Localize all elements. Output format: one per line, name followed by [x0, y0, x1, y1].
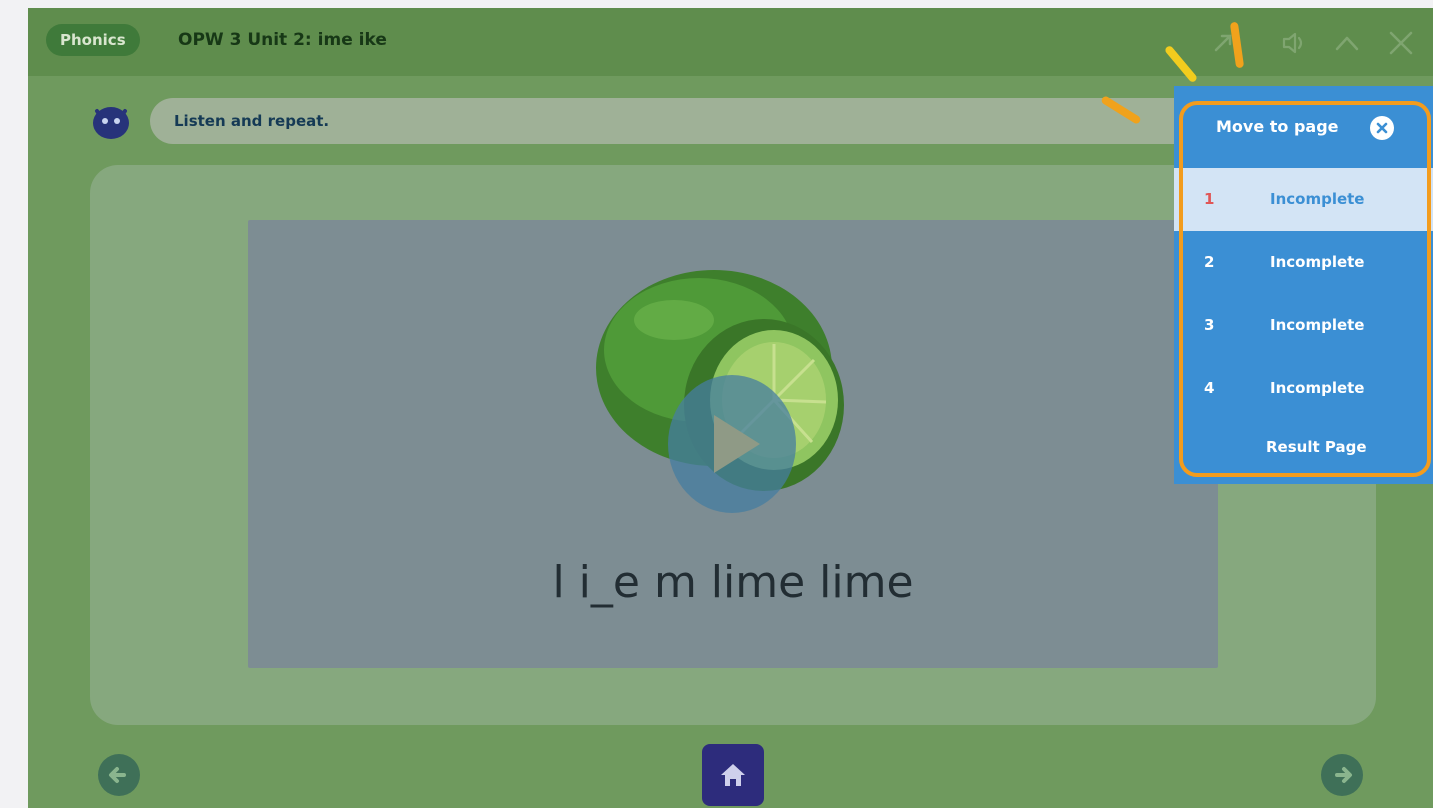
mascot-avatar [93, 107, 129, 139]
word-image-panel: l i_e m lime lime [248, 220, 1218, 668]
subject-badge: Phonics [46, 24, 140, 56]
instruction-text: Listen and repeat. [174, 112, 330, 130]
page-row-2[interactable]: 2 Incomplete [1174, 231, 1433, 294]
home-button[interactable] [702, 744, 764, 806]
arrow-left-icon [109, 767, 126, 783]
collapse-up-icon[interactable] [1330, 26, 1364, 60]
prev-page-button[interactable] [98, 754, 140, 796]
page-number: 4 [1204, 379, 1215, 397]
menu-title: Move to page [1216, 117, 1339, 136]
move-to-page-menu: Move to page 1 Incomplete 2 Incomplete 3… [1174, 86, 1433, 484]
lesson-app: Phonics OPW 3 Unit 2: ime ike Listen and… [28, 8, 1433, 808]
page-status: Incomplete [1270, 253, 1365, 271]
lesson-header: Phonics OPW 3 Unit 2: ime ike [28, 8, 1433, 76]
speaker-icon[interactable] [1276, 26, 1310, 60]
instruction-bar: Listen and repeat. [150, 98, 1210, 144]
page-row-3[interactable]: 3 Incomplete [1174, 294, 1433, 357]
page-row-1[interactable]: 1 Incomplete [1174, 168, 1433, 231]
home-icon [721, 764, 745, 786]
arrow-right-icon [1335, 767, 1352, 783]
page-number: 1 [1204, 190, 1215, 208]
lesson-title: OPW 3 Unit 2: ime ike [178, 30, 387, 50]
close-icon[interactable] [1384, 26, 1418, 60]
menu-close-button[interactable] [1370, 116, 1394, 140]
page-status: Incomplete [1270, 190, 1365, 208]
page-status: Incomplete [1270, 379, 1365, 397]
page-number: 2 [1204, 253, 1215, 271]
play-audio-button[interactable] [668, 375, 796, 513]
page-number: 3 [1204, 316, 1215, 334]
word-text: l i_e m lime lime [552, 557, 914, 608]
page-row-4[interactable]: 4 Incomplete [1174, 357, 1433, 420]
close-circle-icon [1376, 122, 1388, 134]
result-page-label: Result Page [1266, 438, 1367, 456]
page-status: Incomplete [1270, 316, 1365, 334]
play-icon [714, 415, 760, 473]
next-page-button[interactable] [1321, 754, 1363, 796]
result-page-row[interactable]: Result Page [1174, 422, 1433, 472]
